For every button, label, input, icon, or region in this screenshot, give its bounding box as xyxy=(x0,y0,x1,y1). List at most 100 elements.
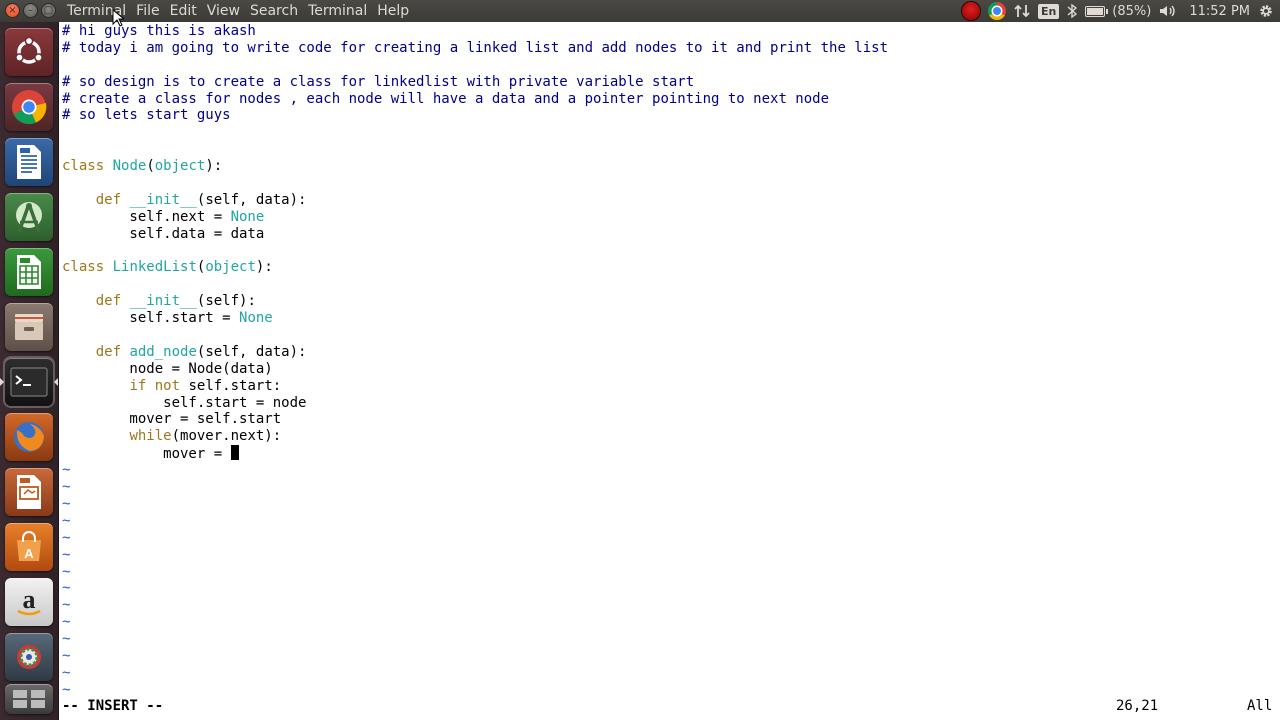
close-window-button[interactable]: × xyxy=(5,3,20,18)
maximize-window-button[interactable]: □ xyxy=(41,3,56,18)
battery-level-fill xyxy=(1087,7,1103,15)
code-line: class Node(object): xyxy=(62,158,223,175)
launcher-impress[interactable] xyxy=(5,468,53,516)
menu-file[interactable]: File xyxy=(131,0,164,22)
mode-indicator: -- INSERT -- xyxy=(62,698,164,714)
system-tray: En (85%) 11:52 PM xyxy=(961,0,1274,22)
tilde-line: ~ xyxy=(62,614,71,631)
file-cabinet-icon xyxy=(15,314,43,340)
firefox-icon xyxy=(14,422,44,452)
shopping-bag-icon: A xyxy=(17,531,41,561)
launcher-workspace-switcher[interactable] xyxy=(5,684,53,714)
launcher-chrome[interactable] xyxy=(5,83,53,131)
launcher-writer[interactable] xyxy=(5,138,53,186)
svg-text:A: A xyxy=(24,546,34,561)
volume-icon[interactable] xyxy=(1159,0,1177,22)
code-line: while(mover.next): xyxy=(129,428,282,445)
libreoffice-calc-icon xyxy=(17,255,41,289)
mouse-pointer-icon xyxy=(112,9,124,27)
launcher-amazon[interactable]: a xyxy=(5,578,53,626)
clock[interactable]: 11:52 PM xyxy=(1189,0,1250,22)
code-line: def __init__(self): xyxy=(95,293,256,310)
menu-help[interactable]: Help xyxy=(372,0,414,22)
tilde-line: ~ xyxy=(62,563,71,580)
tilde-line: ~ xyxy=(62,580,71,597)
running-indicator xyxy=(0,378,4,386)
menu-search[interactable]: Search xyxy=(245,0,303,22)
gear-icon[interactable] xyxy=(1258,0,1274,22)
android-studio-icon xyxy=(16,202,42,233)
tilde-line: ~ xyxy=(62,647,71,664)
vim-editor-buffer[interactable]: # hi guys this is akash # today i am goi… xyxy=(62,23,888,699)
code-line: self.start = None xyxy=(62,310,273,327)
top-panel: × – □ Terminal File Edit View Search Ter… xyxy=(0,0,1280,22)
ubuntu-dash-button[interactable] xyxy=(5,28,53,76)
network-arrows-icon[interactable] xyxy=(1014,0,1030,22)
code-line: class LinkedList(object): xyxy=(62,259,273,276)
code-line: # today i am going to write code for cre… xyxy=(62,39,889,56)
code-line: def add_node(self, data): xyxy=(95,343,307,360)
menu-edit[interactable]: Edit xyxy=(165,0,202,22)
launcher-terminal[interactable] xyxy=(5,358,53,406)
launcher-android-studio[interactable] xyxy=(5,193,53,241)
code-line: if not self.start: xyxy=(129,377,282,394)
vim-status-line: -- INSERT -- 26,21 All xyxy=(62,697,1274,715)
amazon-icon: a xyxy=(17,585,41,616)
menu-view[interactable]: View xyxy=(202,0,245,22)
code-line: # so lets start guys xyxy=(62,107,231,124)
bluetooth-icon[interactable] xyxy=(1067,0,1078,22)
launcher-files[interactable] xyxy=(5,303,53,351)
language-label: En xyxy=(1037,3,1060,19)
code-line: # create a class for nodes , each node w… xyxy=(62,90,830,107)
tilde-line: ~ xyxy=(62,631,71,648)
keyboard-language-indicator[interactable]: En xyxy=(1037,0,1060,22)
tilde-line: ~ xyxy=(62,664,71,681)
tilde-line: ~ xyxy=(62,479,71,496)
tilde-line: ~ xyxy=(62,462,71,479)
settings-gear-icon xyxy=(17,645,41,669)
workspace-icon xyxy=(13,690,45,708)
ubuntu-logo-icon xyxy=(15,36,43,64)
tilde-line: ~ xyxy=(62,597,71,614)
terminal-window[interactable]: # hi guys this is akash # today i am goi… xyxy=(59,22,1280,720)
launcher: A a xyxy=(0,22,59,720)
minimize-window-button[interactable]: – xyxy=(23,3,38,18)
chrome-icon xyxy=(12,90,47,125)
code-line-current: mover = xyxy=(62,445,888,462)
menu-terminal[interactable]: Terminal xyxy=(303,0,372,22)
code-line: # hi guys this is akash xyxy=(62,23,256,39)
window-controls: × – □ xyxy=(5,3,56,18)
launcher-firefox[interactable] xyxy=(5,413,53,461)
libreoffice-impress-icon xyxy=(17,475,41,509)
tilde-line: ~ xyxy=(62,529,71,546)
svg-text:a: a xyxy=(23,585,36,614)
code-line-text: mover = xyxy=(62,446,231,463)
code-line: node = Node(data) xyxy=(62,360,273,377)
code-line: # so design is to create a class for lin… xyxy=(62,73,695,90)
launcher-system-settings[interactable] xyxy=(5,633,53,681)
tilde-line: ~ xyxy=(62,512,71,529)
active-indicator xyxy=(54,378,58,386)
code-line: mover = self.start xyxy=(62,411,282,428)
launcher-calc[interactable] xyxy=(5,248,53,296)
text-cursor xyxy=(230,445,239,461)
chrome-tray-icon[interactable] xyxy=(987,0,1006,22)
empty-line-markers: ~ ~ ~ ~ ~ ~ ~ ~ ~ ~ ~ ~ ~ ~ xyxy=(62,462,888,698)
tilde-line: ~ xyxy=(62,495,71,512)
battery-percent: (85%) xyxy=(1112,3,1152,19)
battery-icon xyxy=(1085,5,1109,17)
cursor-position: 26,21 xyxy=(1116,698,1159,714)
battery-indicator[interactable]: (85%) xyxy=(1085,0,1151,22)
recorder-icon[interactable] xyxy=(961,0,980,22)
terminal-icon xyxy=(10,367,48,397)
launcher-software-center[interactable]: A xyxy=(5,523,53,571)
scroll-position: All xyxy=(1247,698,1273,714)
code-line: def __init__(self, data): xyxy=(95,191,307,208)
code-line: self.start = node xyxy=(62,394,307,411)
code-line: self.next = None xyxy=(62,208,265,225)
